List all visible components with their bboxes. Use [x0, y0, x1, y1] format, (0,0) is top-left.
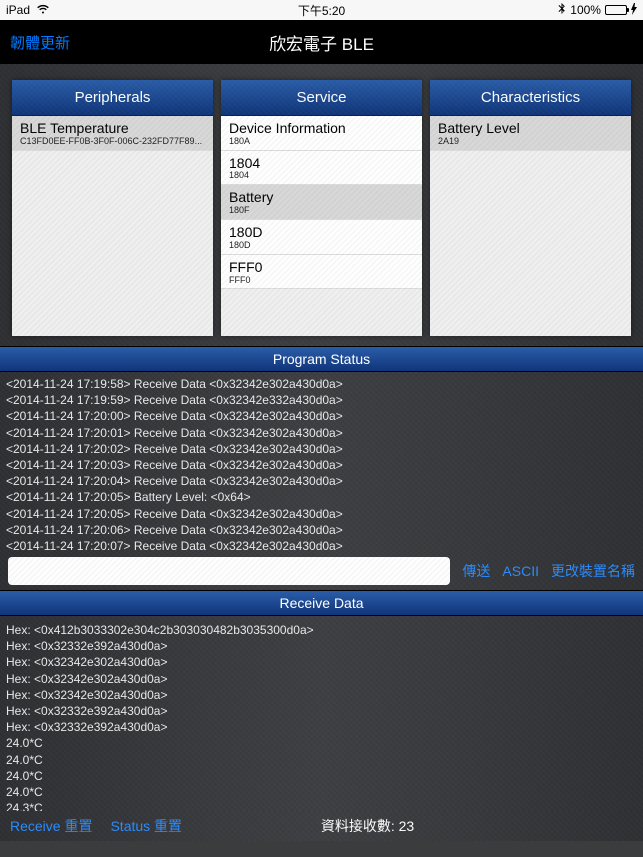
log-line: <2014-11-24 17:20:01> Receive Data <0x32… — [6, 425, 637, 441]
log-line: 24.0*C — [6, 735, 637, 751]
list-item-title: Battery — [229, 189, 414, 206]
receive-data-header: Receive Data — [0, 590, 643, 616]
list-item-sub: 180D — [229, 241, 414, 251]
bluetooth-icon — [558, 3, 566, 18]
list-item[interactable]: Battery Level2A19 — [430, 116, 631, 151]
receive-count: 資料接收數: 23 — [200, 816, 535, 836]
charging-icon — [631, 3, 637, 18]
list-item-title: 1804 — [229, 155, 414, 172]
log-line: <2014-11-24 17:20:05> Receive Data <0x32… — [6, 506, 637, 522]
program-status-header: Program Status — [0, 346, 643, 372]
page-title: 欣宏電子 BLE — [0, 30, 643, 55]
peripherals-list[interactable]: BLE TemperatureC13FD0EE-FF0B-3F0F-006C-2… — [12, 116, 213, 336]
list-item-title: Battery Level — [438, 120, 623, 137]
list-item-title: 180D — [229, 224, 414, 241]
log-line: 24.3*C — [6, 800, 637, 811]
characteristics-panel: Characteristics Battery Level2A19 — [430, 80, 631, 336]
log-line: Hex: <0x32342e302a430d0a> — [6, 671, 637, 687]
service-list[interactable]: Device Information180A18041804Battery180… — [221, 116, 422, 336]
nav-bar: 韌體更新 欣宏電子 BLE — [0, 20, 643, 64]
mode-button[interactable]: ASCII — [502, 563, 539, 579]
log-line: 24.0*C — [6, 784, 637, 800]
list-item-sub: C13FD0EE-FF0B-3F0F-006C-232FD77F89... — [20, 137, 205, 147]
log-line: 24.0*C — [6, 768, 637, 784]
battery-percent: 100% — [570, 3, 601, 17]
rename-device-button[interactable]: 更改裝置名稱 — [551, 561, 635, 581]
peripherals-header: Peripherals — [12, 80, 213, 116]
characteristics-header: Characteristics — [430, 80, 631, 116]
firmware-update-button[interactable]: 韌體更新 — [0, 32, 70, 53]
status-reset-button[interactable]: Status 重置 — [110, 816, 182, 836]
footer: Receive 重置 Status 重置 資料接收數: 23 — [0, 811, 643, 841]
log-line: Hex: <0x412b3033302e304c2b303030482b3035… — [6, 622, 637, 638]
log-line: Hex: <0x32332e392a430d0a> — [6, 638, 637, 654]
service-header: Service — [221, 80, 422, 116]
log-line: Hex: <0x32332e392a430d0a> — [6, 719, 637, 735]
list-item[interactable]: 18041804 — [221, 151, 422, 186]
service-panel: Service Device Information180A18041804Ba… — [221, 80, 422, 336]
log-line: <2014-11-24 17:20:04> Receive Data <0x32… — [6, 473, 637, 489]
list-item[interactable]: Battery180F — [221, 185, 422, 220]
list-item[interactable]: FFF0FFF0 — [221, 255, 422, 290]
device-label: iPad — [6, 3, 30, 17]
list-item-sub: 180A — [229, 137, 414, 147]
wifi-icon — [36, 3, 50, 17]
log-line: <2014-11-24 17:19:58> Receive Data <0x32… — [6, 376, 637, 392]
log-line: 24.0*C — [6, 752, 637, 768]
peripherals-panel: Peripherals BLE TemperatureC13FD0EE-FF0B… — [12, 80, 213, 336]
clock: 下午5:20 — [216, 2, 426, 19]
log-line: <2014-11-24 17:20:07> Receive Data <0x32… — [6, 538, 637, 552]
list-item-sub: 1804 — [229, 171, 414, 181]
log-line: <2014-11-24 17:20:03> Receive Data <0x32… — [6, 457, 637, 473]
list-item[interactable]: BLE TemperatureC13FD0EE-FF0B-3F0F-006C-2… — [12, 116, 213, 151]
list-item-sub: 180F — [229, 206, 414, 216]
send-input[interactable] — [8, 557, 450, 585]
log-line: <2014-11-24 17:20:00> Receive Data <0x32… — [6, 408, 637, 424]
input-row: 傳送 ASCII 更改裝置名稱 — [0, 552, 643, 590]
characteristics-list[interactable]: Battery Level2A19 — [430, 116, 631, 336]
log-line: <2014-11-24 17:19:59> Receive Data <0x32… — [6, 392, 637, 408]
send-button[interactable]: 傳送 — [462, 561, 490, 581]
status-bar: iPad 下午5:20 100% — [0, 0, 643, 20]
list-item[interactable]: Device Information180A — [221, 116, 422, 151]
log-line: <2014-11-24 17:20:06> Receive Data <0x32… — [6, 522, 637, 538]
list-item-sub: FFF0 — [229, 276, 414, 286]
list-item-title: Device Information — [229, 120, 414, 137]
log-line: Hex: <0x32342e302a430d0a> — [6, 687, 637, 703]
receive-reset-button[interactable]: Receive 重置 — [10, 816, 92, 836]
panels-area: Peripherals BLE TemperatureC13FD0EE-FF0B… — [0, 64, 643, 346]
program-status-log[interactable]: <2014-11-24 17:19:58> Receive Data <0x32… — [0, 372, 643, 552]
list-item[interactable]: 180D180D — [221, 220, 422, 255]
list-item-title: BLE Temperature — [20, 120, 205, 137]
receive-data-log[interactable]: Hex: <0x412b3033302e304c2b303030482b3035… — [0, 616, 643, 811]
log-line: <2014-11-24 17:20:02> Receive Data <0x32… — [6, 441, 637, 457]
log-line: <2014-11-24 17:20:05> Battery Level: <0x… — [6, 489, 637, 505]
log-line: Hex: <0x32332e392a430d0a> — [6, 703, 637, 719]
list-item-title: FFF0 — [229, 259, 414, 276]
battery-icon — [605, 5, 627, 15]
log-line: Hex: <0x32342e302a430d0a> — [6, 654, 637, 670]
list-item-sub: 2A19 — [438, 137, 623, 147]
